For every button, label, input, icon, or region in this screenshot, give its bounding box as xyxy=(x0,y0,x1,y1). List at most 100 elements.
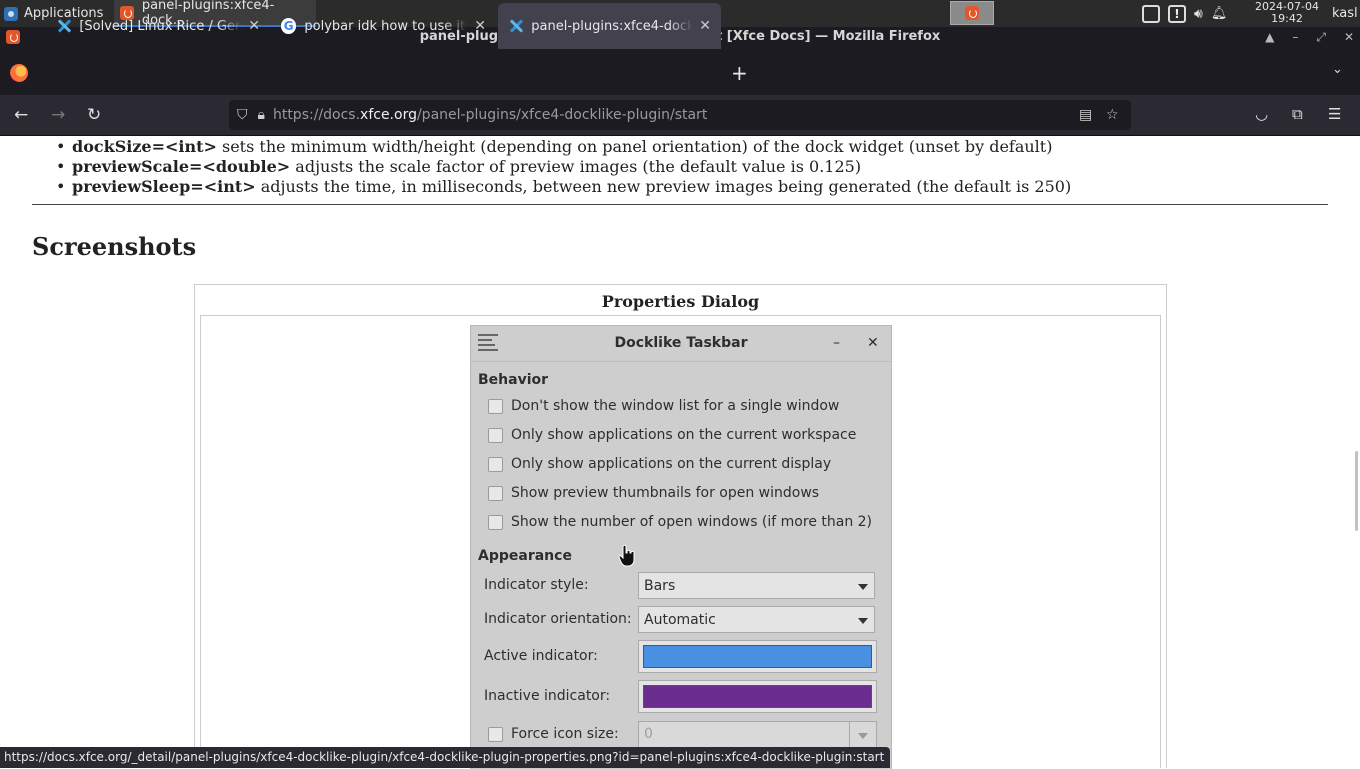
option-name: previewScale=<double> xyxy=(72,157,291,176)
checkbox-box xyxy=(488,398,503,414)
list-item: previewSleep=<int> adjusts the time, in … xyxy=(56,177,1071,197)
panel-username[interactable]: kasl xyxy=(1332,0,1358,27)
dialog-close-icon: ✕ xyxy=(867,335,879,351)
indicator-style-label: Indicator style: xyxy=(484,577,589,593)
inactive-color-swatch xyxy=(643,685,872,708)
behavior-section-label: Behavior xyxy=(478,372,549,388)
checkbox-label: Only show applications on the current wo… xyxy=(511,427,857,443)
tab-title: panel-plugins:xfce4-docklike xyxy=(531,18,694,34)
xfce-icon xyxy=(56,18,71,34)
section-divider xyxy=(32,204,1328,205)
tab-polybar[interactable]: G polybar idk how to use it lol ✕ xyxy=(271,3,496,49)
volume-icon[interactable]: 🔊︎ xyxy=(1194,6,1203,22)
close-tab-icon[interactable]: ✕ xyxy=(474,18,486,34)
xfce-menu-icon xyxy=(4,6,18,21)
indicator-orientation-combo: Automatic xyxy=(638,606,875,633)
workspace-switcher[interactable] xyxy=(950,1,994,25)
new-tab-plus-icon[interactable]: + xyxy=(731,61,748,85)
checkbox-current-workspace: Only show applications on the current wo… xyxy=(488,427,856,443)
inactive-indicator-color-button xyxy=(638,680,877,713)
options-list: dockSize=<int> sets the minimum width/he… xyxy=(56,137,1071,197)
list-item: dockSize=<int> sets the minimum width/he… xyxy=(56,137,1071,157)
bookmark-star-icon[interactable]: ☆ xyxy=(1106,107,1119,123)
option-desc: adjusts the scale factor of preview imag… xyxy=(290,157,862,176)
checkbox-preview-thumbnails: Show preview thumbnails for open windows xyxy=(488,485,819,501)
indicator-orientation-label: Indicator orientation: xyxy=(484,611,632,627)
minimize-icon[interactable]: – xyxy=(1292,27,1298,47)
xfce-icon xyxy=(508,18,523,34)
url-path: /panel-plugins/xfce4-docklike-plugin/sta… xyxy=(416,107,708,123)
list-all-tabs-chevron-icon[interactable]: ⌄ xyxy=(1332,62,1343,77)
hamburger-menu-icon[interactable]: ☰ xyxy=(1328,105,1341,123)
dialog-menu-icon xyxy=(478,334,498,354)
checkbox-box xyxy=(488,726,503,742)
section-heading: Screenshots xyxy=(32,232,197,261)
tab-docklike-active[interactable]: panel-plugins:xfce4-docklike ✕ xyxy=(498,3,721,49)
system-tray: ! 🔊︎ 🔔︎ xyxy=(1142,0,1227,27)
properties-dialog-screenshot[interactable]: Docklike Taskbar – ✕ Behavior Don't show… xyxy=(470,325,892,769)
window-controls: ▲ – ⤢ ✕ xyxy=(1265,27,1354,47)
inactive-indicator-label: Inactive indicator: xyxy=(484,688,611,704)
checkbox-label: Force icon size: xyxy=(511,726,619,742)
close-window-icon[interactable]: ✕ xyxy=(1344,27,1354,47)
forward-arrow-icon[interactable]: → xyxy=(51,105,65,125)
mouse-cursor-hand-icon xyxy=(618,544,635,567)
reload-icon[interactable]: ↻ xyxy=(87,105,101,125)
clock-time: 19:42 xyxy=(1271,12,1303,25)
bell-icon[interactable]: 🔔︎ xyxy=(1211,6,1228,21)
tab-solved-linux-rice[interactable]: [Solved] Linux Rice / General ✕ xyxy=(46,3,270,49)
close-tab-icon[interactable]: ✕ xyxy=(248,18,260,34)
icon-size-spinner: 0 xyxy=(638,721,877,748)
dialog-minimize-icon: – xyxy=(833,335,840,351)
combo-value: Automatic xyxy=(644,611,716,628)
checkbox-box xyxy=(488,514,503,530)
option-desc: adjusts the time, in milliseconds, betwe… xyxy=(255,177,1072,196)
url-domain: xfce.org xyxy=(360,107,417,123)
reader-view-icon[interactable]: ▤ xyxy=(1079,107,1092,123)
extensions-puzzle-icon[interactable]: ⧉ xyxy=(1292,105,1303,123)
option-desc: sets the minimum width/height (depending… xyxy=(216,137,1053,156)
dropdown-arrow-icon xyxy=(858,584,868,590)
clipboard-icon[interactable] xyxy=(1142,4,1160,23)
tab-title: [Solved] Linux Rice / General xyxy=(79,18,243,34)
checkbox-box xyxy=(488,427,503,443)
link-preview-statusbar: https://docs.xfce.org/_detail/panel-plug… xyxy=(0,747,891,768)
checkbox-label: Show preview thumbnails for open windows xyxy=(511,485,820,501)
notification-alert-icon[interactable]: ! xyxy=(1168,4,1186,23)
appearance-section-label: Appearance xyxy=(478,548,572,564)
checkbox-box xyxy=(488,456,503,472)
spinner-value: 0 xyxy=(644,726,653,742)
firefox-view-icon[interactable] xyxy=(10,64,28,82)
url-text[interactable]: https://docs.xfce.org/panel-plugins/xfce… xyxy=(273,107,707,123)
checkbox-label: Only show applications on the current di… xyxy=(511,456,832,472)
restore-icon[interactable]: ⤢ xyxy=(1316,27,1326,47)
close-tab-icon[interactable]: ✕ xyxy=(699,18,711,34)
panel-clock[interactable]: 2024-07-04 19:42 xyxy=(1254,0,1320,25)
tracking-shield-icon[interactable]: ⛉ xyxy=(237,107,248,123)
lock-icon[interactable]: 🔒︎ xyxy=(258,107,265,123)
indicator-style-combo: Bars xyxy=(638,572,875,599)
option-name: dockSize=<int> xyxy=(72,137,217,156)
checkbox-single-window: Don't show the window list for a single … xyxy=(488,398,839,414)
maximize-up-icon[interactable]: ▲ xyxy=(1265,27,1274,47)
spinner-arrow-icon xyxy=(849,722,876,747)
url-bar[interactable]: ⛉ 🔒︎ https://docs.xfce.org/panel-plugins… xyxy=(229,100,1131,130)
active-color-swatch xyxy=(643,645,872,668)
firefox-workspace-icon xyxy=(965,6,979,20)
firefox-window-icon xyxy=(6,30,20,44)
tab-strip xyxy=(0,47,1360,95)
pocket-icon[interactable]: ◡ xyxy=(1255,105,1268,123)
checkbox-box xyxy=(488,485,503,501)
checkbox-current-display: Only show applications on the current di… xyxy=(488,456,831,472)
active-indicator-color-button xyxy=(638,640,877,673)
dialog-title: Docklike Taskbar xyxy=(614,335,748,351)
tab-title: polybar idk how to use it lol xyxy=(304,18,469,34)
checkbox-label: Don't show the window list for a single … xyxy=(511,398,840,414)
google-icon: G xyxy=(281,18,297,34)
back-arrow-icon[interactable]: ← xyxy=(14,105,28,125)
figure-caption: Properties Dialog xyxy=(601,292,760,311)
dialog-titlebar: Docklike Taskbar – ✕ xyxy=(471,326,891,362)
combo-value: Bars xyxy=(644,577,676,594)
dropdown-arrow-icon xyxy=(858,618,868,624)
scrollbar-thumb[interactable] xyxy=(1355,451,1358,531)
